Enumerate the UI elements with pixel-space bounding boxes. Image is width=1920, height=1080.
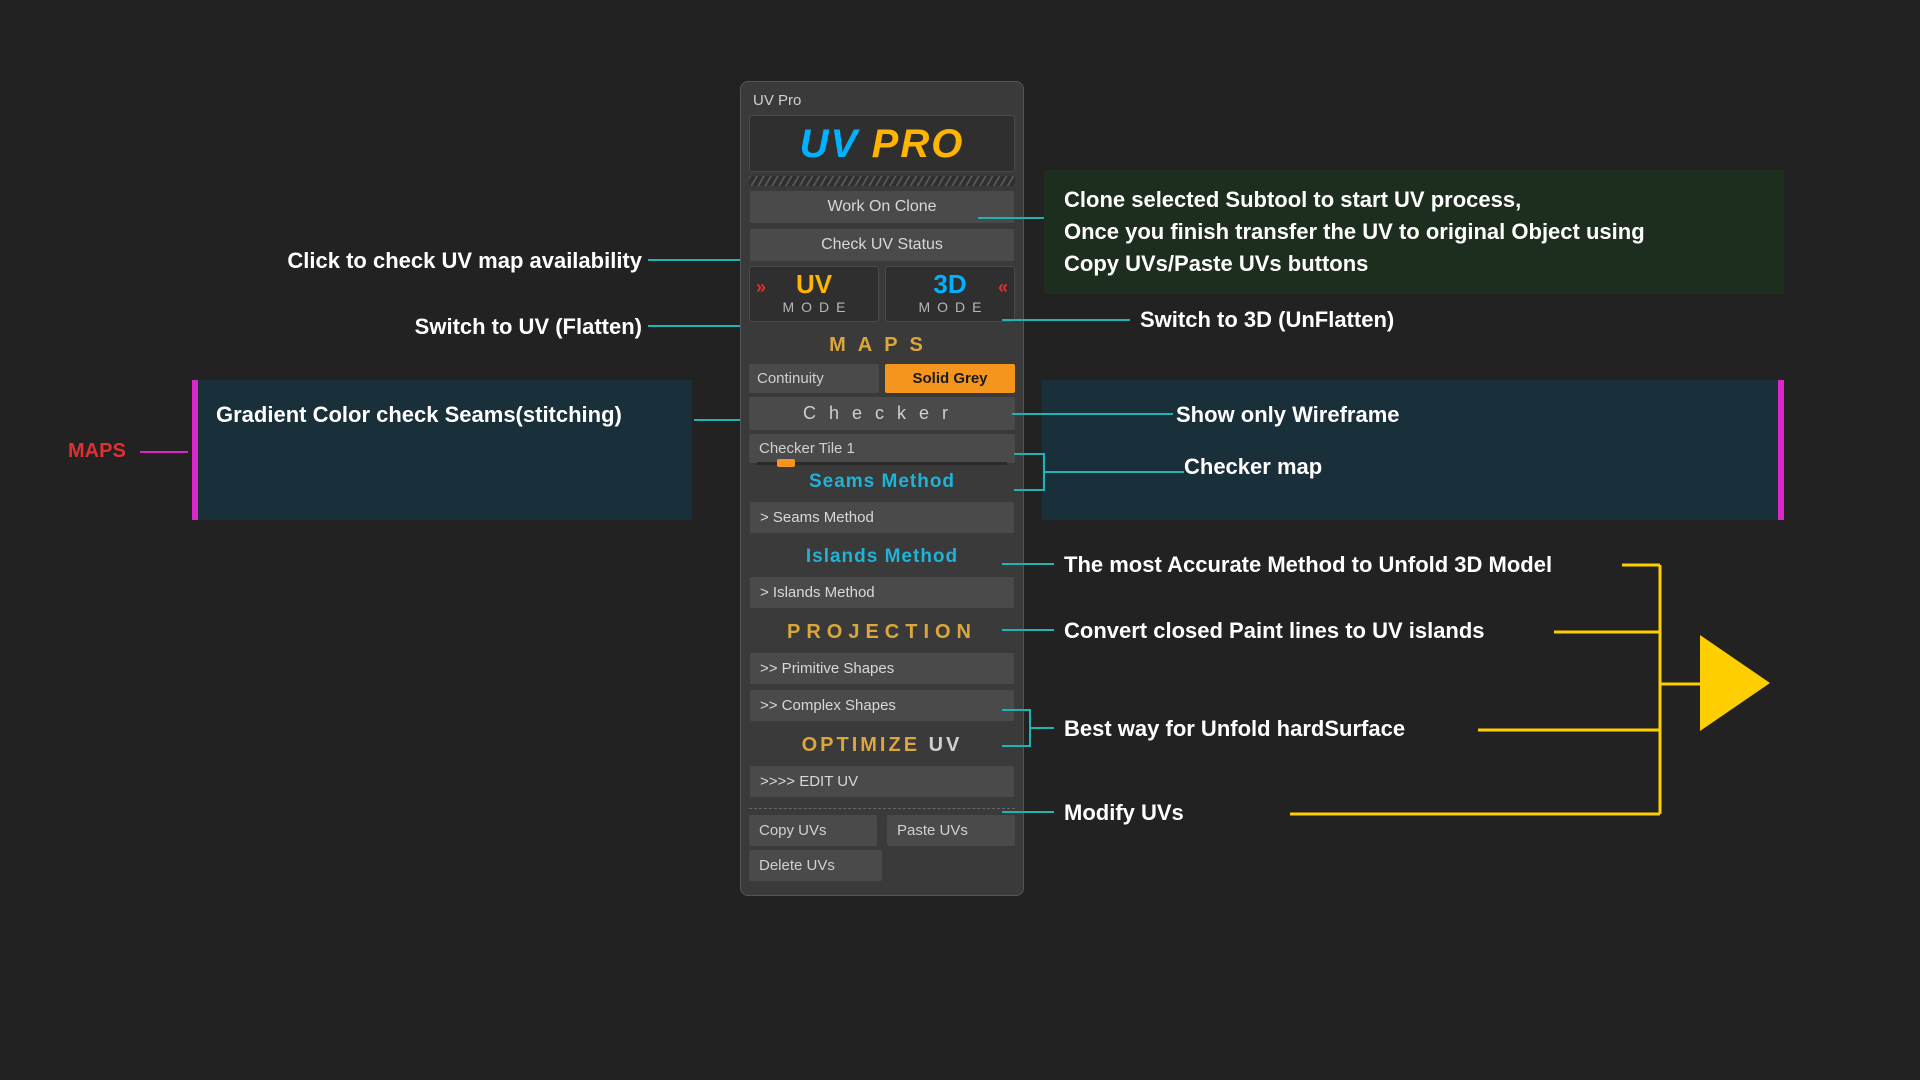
uv-mode-button[interactable]: » UV MODE [749,266,879,322]
label-check-uv-availability: Click to check UV map availability [192,248,642,274]
panel-title: UV Pro [749,88,1015,115]
uv-mode-bottom: MODE [750,299,878,315]
label-clone-description: Clone selected Subtool to start UV proce… [1044,170,1784,294]
label-gradient-seams: Gradient Color check Seams(stitching) [216,402,622,427]
continuity-button[interactable]: Continuity [749,364,879,393]
optimize-uv-word: UV [920,734,962,756]
optimize-header: OPTIMIZE UV [749,726,1015,761]
projection-header: PROJECTION [749,613,1015,648]
edit-uv-button[interactable]: >>>> EDIT UV [749,765,1015,798]
uv-pro-panel: UV Pro UV PRO Work On Clone Check UV Sta… [740,81,1024,896]
optimize-word: OPTIMIZE [802,734,920,756]
label-modify-uvs: Modify UVs [1064,800,1184,826]
seams-method-header: Seams Method [749,463,1015,497]
seams-method-button[interactable]: > Seams Method [749,501,1015,534]
label-checker-map: Checker map [1112,454,1760,480]
3d-mode-button[interactable]: « 3D MODE [885,266,1015,322]
logo-row: UV PRO [749,115,1015,172]
primitive-shapes-button[interactable]: >> Primitive Shapes [749,652,1015,685]
separator [749,808,1015,809]
checker-button[interactable]: Checker [749,397,1015,430]
maps-header: MAPS [749,326,1015,361]
work-on-clone-button[interactable]: Work On Clone [749,190,1015,224]
hatch-divider [749,176,1015,186]
maps-band-left: Gradient Color check Seams(stitching) [192,380,692,520]
islands-method-header: Islands Method [749,538,1015,572]
tile-slider-knob-icon[interactable] [777,459,795,467]
label-clone-description-text: Clone selected Subtool to start UV proce… [1064,187,1645,276]
paste-uvs-button[interactable]: Paste UVs [887,815,1015,846]
label-show-wireframe: Show only Wireframe [1112,402,1760,428]
logo-uv: UV [800,122,860,166]
3d-mode-top: 3D [886,271,1014,297]
copy-uvs-button[interactable]: Copy UVs [749,815,877,846]
label-seams-accurate: The most Accurate Method to Unfold 3D Mo… [1064,552,1552,578]
check-uv-status-button[interactable]: Check UV Status [749,228,1015,262]
logo-pro: PRO [872,122,965,166]
checker-tile-slider[interactable]: Checker Tile 1 [749,434,1015,463]
maps-section-tag: MAPS [68,440,126,463]
big-yellow-arrow-icon [1700,635,1770,731]
complex-shapes-button[interactable]: >> Complex Shapes [749,689,1015,722]
label-switch-uv: Switch to UV (Flatten) [192,314,642,340]
solid-grey-button[interactable]: Solid Grey [885,364,1015,393]
3d-mode-bottom: MODE [886,299,1014,315]
label-best-hardsurface: Best way for Unfold hardSurface [1064,716,1405,742]
delete-uvs-button[interactable]: Delete UVs [749,850,882,881]
checker-tile-label: Checker Tile 1 [759,440,855,457]
label-islands-convert: Convert closed Paint lines to UV islands [1064,618,1485,644]
maps-band-right: Show only Wireframe Checker map [1042,380,1784,520]
uv-mode-top: UV [750,271,878,297]
uv-mode-arrows-icon: » [756,277,766,298]
3d-mode-arrows-icon: « [998,277,1008,298]
label-switch-3d: Switch to 3D (UnFlatten) [1140,307,1394,333]
islands-method-button[interactable]: > Islands Method [749,576,1015,609]
